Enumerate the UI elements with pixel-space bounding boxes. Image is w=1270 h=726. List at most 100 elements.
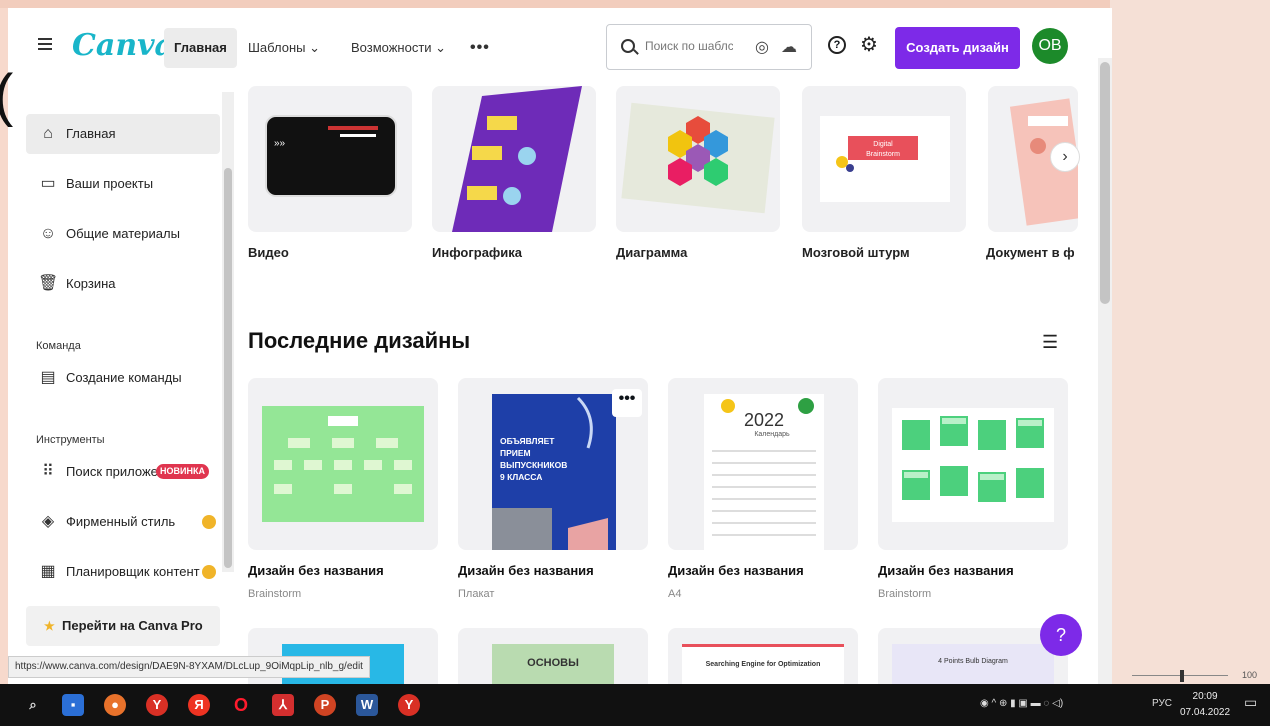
help-icon[interactable]: ? — [828, 36, 846, 54]
sidebar-item-trash[interactable]: 🗑 Корзина — [26, 264, 220, 304]
language-indicator[interactable]: РУС — [1152, 698, 1172, 709]
sidebar-item-shared[interactable]: ☺ Общие материалы — [26, 214, 220, 254]
design-title[interactable]: Дизайн без названия — [458, 563, 594, 578]
design-type: Brainstorm — [878, 588, 932, 600]
yandex-icon[interactable]: Я — [188, 694, 210, 716]
design-thumbnail[interactable]: ОСНОВЫ — [458, 628, 648, 684]
recent-designs-title: Последние дизайны — [248, 328, 471, 353]
search-icon[interactable]: ⌕ — [22, 694, 44, 716]
main-scroll-thumb[interactable] — [1100, 62, 1110, 304]
desktop-background — [0, 0, 1270, 8]
clock[interactable]: 20:09 07.04.2022 — [1180, 689, 1230, 721]
calendar-year: 2022 — [744, 410, 784, 430]
design-thumbnail[interactable]: Searching Engine for Optimization — [668, 628, 858, 684]
powerpoint-icon[interactable]: P — [314, 694, 336, 716]
svg-text:Календарь: Календарь — [754, 431, 790, 438]
create-design-button[interactable]: Создать дизайн — [895, 27, 1020, 69]
overlay-fragment: ( — [0, 62, 13, 129]
svg-text:Brainstorm: Brainstorm — [866, 151, 900, 158]
upload-cloud-icon[interactable]: ☁ — [781, 37, 797, 57]
category-label[interactable]: Мозговой штурм — [802, 245, 910, 260]
sidebar-item-projects[interactable]: ▭ Ваши проекты — [26, 164, 220, 204]
design-thumbnail[interactable] — [248, 378, 438, 550]
upgrade-pro-label: Перейти на Canva Pro — [62, 618, 203, 633]
canva-logo[interactable]: Canva — [72, 28, 174, 63]
nav-home[interactable]: Главная — [164, 28, 237, 68]
category-card-diagram[interactable] — [616, 86, 780, 232]
row2-card-text: Searching Engine for Optimization — [682, 644, 844, 684]
top-header: Canva Главная Шаблоны ⌄ Возможности ⌄ ••… — [8, 8, 1112, 88]
zoom-knob[interactable] — [1180, 670, 1184, 682]
svg-text:ПРИЕМ: ПРИЕМ — [500, 448, 531, 458]
sidebar-item-label: Корзина — [66, 276, 116, 291]
zoom-percent: 100 — [1242, 670, 1258, 680]
sidebar-item-home[interactable]: ⌂ Главная — [26, 114, 220, 154]
category-label[interactable]: Документ в ф — [986, 245, 1074, 260]
crown-icon — [202, 515, 216, 529]
carousel-next-button[interactable]: › — [1050, 142, 1080, 172]
category-card-video[interactable]: »» — [248, 86, 412, 232]
design-thumbnail[interactable] — [878, 378, 1068, 550]
status-bar-url: https://www.canva.com/design/DAE9N-8YXAM… — [8, 656, 370, 678]
help-fab-button[interactable]: ? — [1040, 614, 1082, 656]
category-card-brainstorm[interactable]: Digital Brainstorm — [802, 86, 966, 232]
pdf-reader-icon[interactable]: ⅄ — [272, 694, 294, 716]
opera-icon[interactable]: O — [230, 694, 252, 716]
sidebar-item-label: Создание команды — [66, 370, 182, 385]
nav-more-button[interactable]: ••• — [470, 34, 490, 62]
row2-card-text: ОСНОВЫ — [492, 644, 614, 684]
design-title[interactable]: Дизайн без названия — [668, 563, 804, 578]
sidebar-item-apps[interactable]: ⠿ Поиск приложе НОВИНКА — [26, 452, 220, 492]
tools-section-label: Инструменты — [36, 434, 105, 446]
nav-templates[interactable]: Шаблоны ⌄ — [248, 34, 320, 62]
category-label[interactable]: Инфографика — [432, 245, 522, 260]
upgrade-pro-button[interactable]: ★ Перейти на Canva Pro — [26, 606, 220, 646]
crown-icon — [202, 565, 216, 579]
zoom-slider[interactable]: 100 — [1112, 668, 1270, 684]
calendar-icon: ▦ — [40, 563, 56, 580]
menu-icon[interactable] — [38, 38, 52, 50]
sidebar-item-label: Общие материалы — [66, 226, 180, 241]
nav-features[interactable]: Возможности ⌄ — [351, 34, 446, 62]
design-type: Плакат — [458, 588, 495, 600]
design-type: A4 — [668, 588, 682, 600]
sidebar-item-label: Фирменный стиль — [66, 514, 176, 529]
search-input[interactable]: Поиск по шаблс — [645, 39, 733, 53]
sidebar-item-label: Планировщик контент — [66, 564, 200, 579]
camera-icon[interactable]: ◎ — [755, 37, 769, 57]
sidebar-scroll-thumb[interactable] — [224, 168, 232, 568]
category-card-infographic[interactable] — [432, 86, 596, 232]
sidebar-item-planner[interactable]: ▦ Планировщик контент — [26, 552, 220, 592]
trash-icon: 🗑 — [38, 275, 59, 292]
design-title[interactable]: Дизайн без названия — [878, 563, 1014, 578]
tray-icons[interactable]: ◉ ^ ⊕ ▮ ▣ ▬ ◌ ◁) — [980, 698, 1063, 709]
avatar[interactable]: OB — [1032, 28, 1068, 64]
design-type: Brainstorm — [248, 588, 302, 600]
word-icon[interactable]: W — [356, 694, 378, 716]
search-icon — [621, 39, 635, 53]
gear-icon[interactable]: ⚙ — [860, 32, 878, 57]
category-label[interactable]: Видео — [248, 245, 289, 260]
sidebar-item-brand-kit[interactable]: ◈ Фирменный стиль — [26, 502, 220, 542]
design-thumbnail[interactable]: 2022 Календарь — [668, 378, 858, 550]
folder-icon: ▭ — [40, 175, 56, 192]
row2-card-text: 4 Points Bulb Diagram — [892, 644, 1054, 684]
people-icon: ☺ — [39, 225, 57, 242]
yandex-browser-icon-2[interactable]: Y — [398, 694, 420, 716]
yandex-browser-icon[interactable]: Y — [146, 694, 168, 716]
svg-text:9 КЛАССА: 9 КЛАССА — [500, 472, 542, 482]
star-icon: ★ — [44, 619, 55, 633]
notifications-icon[interactable]: ▭ — [1244, 694, 1257, 711]
sidebar-item-create-team[interactable]: ▤ Создание команды — [26, 358, 220, 398]
search-box[interactable]: Поиск по шаблс ◎ ☁ — [606, 24, 812, 70]
more-options-button[interactable]: ••• — [612, 389, 642, 417]
new-badge: НОВИНКА — [156, 464, 209, 479]
sidebar: ⌂ Главная ▭ Ваши проекты ☺ Общие материа… — [8, 88, 222, 684]
design-title[interactable]: Дизайн без названия — [248, 563, 384, 578]
explorer-icon[interactable]: ▪ — [62, 694, 84, 716]
firefox-icon[interactable]: ● — [104, 694, 126, 716]
category-label[interactable]: Диаграмма — [616, 245, 687, 260]
sidebar-item-label: Главная — [66, 126, 116, 141]
sidebar-item-label: Поиск приложе — [66, 464, 158, 479]
list-view-icon[interactable]: ☰ — [1042, 332, 1058, 353]
